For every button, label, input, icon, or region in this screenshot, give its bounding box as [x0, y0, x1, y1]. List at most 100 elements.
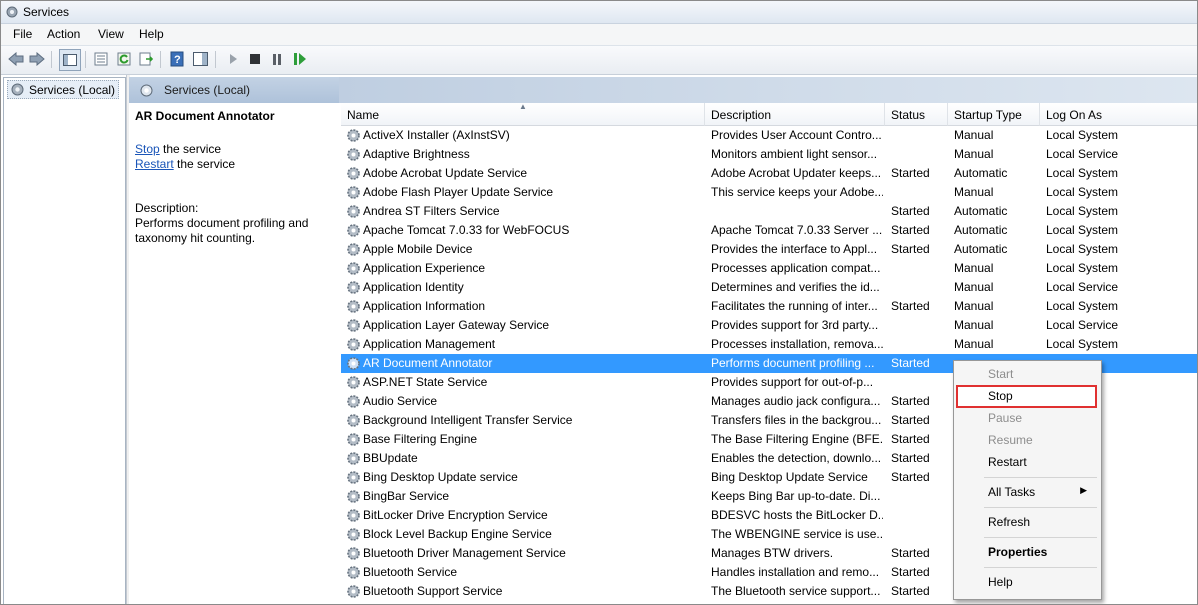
table-row[interactable]: Adobe Flash Player Update Service This se…	[341, 183, 1197, 202]
cell-name: BBUpdate	[363, 451, 418, 465]
service-gear-icon	[347, 585, 360, 598]
restart-action-line: Restart the service	[135, 157, 235, 171]
pane-header: Services (Local)	[129, 77, 1197, 103]
service-gear-icon	[347, 528, 360, 541]
cell-name: Audio Service	[363, 394, 438, 408]
cell-name: Bing Desktop Update service	[363, 470, 518, 484]
tree-item-services-local[interactable]: Services (Local)	[7, 80, 119, 99]
submenu-arrow-icon: ▶	[1080, 485, 1087, 495]
table-row[interactable]: Application Layer Gateway Service Provide…	[341, 316, 1197, 335]
back-arrow-icon[interactable]	[7, 50, 25, 68]
menu-item-pause[interactable]: Pause	[956, 408, 1097, 429]
menu-item-properties[interactable]: Properties	[956, 542, 1097, 563]
table-row[interactable]: Application Identity Determines and verif…	[341, 278, 1197, 297]
table-row[interactable]: Apache Tomcat 7.0.33 for WebFOCUS Apache …	[341, 221, 1197, 240]
service-gear-icon	[347, 243, 360, 256]
cell-name: BitLocker Drive Encryption Service	[363, 508, 548, 522]
column-header-name[interactable]: Name ▲	[341, 102, 705, 126]
service-gear-icon	[347, 414, 360, 427]
properties-icon[interactable]	[92, 50, 110, 68]
menu-item-stop[interactable]: Stop	[956, 385, 1097, 408]
column-header-description[interactable]: Description	[705, 103, 885, 126]
cell-logon: Local System	[1046, 204, 1119, 218]
pause-service-icon[interactable]	[268, 50, 286, 68]
menu-item-start[interactable]: Start	[956, 364, 1097, 385]
forward-arrow-icon[interactable]	[28, 50, 46, 68]
restart-service-link[interactable]: Restart	[135, 157, 174, 171]
cell-description: Processes installation, remova...	[711, 337, 883, 351]
menu-item-refresh[interactable]: Refresh	[956, 512, 1097, 533]
service-gear-icon	[347, 452, 360, 465]
menu-item-help[interactable]: Help	[956, 572, 1097, 593]
cell-startup: Automatic	[954, 166, 1008, 180]
cell-name: Adobe Acrobat Update Service	[363, 166, 528, 180]
table-row[interactable]: Adaptive Brightness Monitors ambient ligh…	[341, 145, 1197, 164]
export-list-icon[interactable]	[137, 50, 155, 68]
menu-separator	[984, 477, 1097, 478]
table-row[interactable]: Andrea ST Filters Service Started Automati…	[341, 202, 1197, 221]
help-icon[interactable]: ?	[168, 50, 186, 68]
table-row[interactable]: Apple Mobile Device Provides the interfac…	[341, 240, 1197, 259]
cell-logon: Local System	[1046, 261, 1119, 275]
menu-item-label: Resume	[988, 433, 1033, 447]
table-row[interactable]: Application Experience Processes applicat…	[341, 259, 1197, 278]
column-header-log-on-as[interactable]: Log On As	[1040, 103, 1197, 126]
menu-view[interactable]: View	[98, 27, 124, 41]
cell-description: Provides support for 3rd party...	[711, 318, 879, 332]
cell-status: Started	[891, 546, 930, 560]
cell-name: Adaptive Brightness	[363, 147, 470, 161]
stop-service-icon[interactable]	[246, 50, 264, 68]
console-tree-icon[interactable]	[59, 49, 81, 71]
cell-name: Bluetooth Driver Management Service	[363, 546, 566, 560]
stop-service-link[interactable]: Stop	[135, 142, 160, 156]
menu-item-label: Pause	[988, 411, 1023, 425]
menu-item-all-tasks[interactable]: All Tasks ▶	[956, 482, 1097, 503]
menu-item-label: Properties	[988, 545, 1048, 559]
cell-name: Application Experience	[363, 261, 486, 275]
service-gear-icon	[347, 471, 360, 484]
cell-status: Started	[891, 204, 930, 218]
table-row[interactable]: ActiveX Installer (AxInstSV) Provides Use…	[341, 126, 1197, 145]
service-gear-icon	[347, 490, 360, 503]
cell-description: Processes application compat...	[711, 261, 881, 275]
menu-action[interactable]: Action	[47, 27, 80, 41]
description-text: Performs document profiling and taxonomy…	[135, 216, 309, 245]
show-hide-action-pane-icon[interactable]	[191, 50, 209, 68]
title-bar: Services	[1, 1, 1197, 24]
menu-help[interactable]: Help	[139, 27, 164, 41]
service-details-panel: AR Document Annotator Stop the service R…	[129, 103, 341, 604]
pane-title: Services (Local)	[164, 83, 251, 97]
menu-file[interactable]: File	[13, 27, 32, 41]
cell-name: BingBar Service	[363, 489, 450, 503]
cell-logon: Local System	[1046, 299, 1119, 313]
column-header-startup-type[interactable]: Startup Type	[948, 103, 1040, 126]
restart-service-icon[interactable]	[291, 50, 309, 68]
cell-startup: Manual	[954, 299, 994, 313]
table-row[interactable]: Application Management Processes installa…	[341, 335, 1197, 354]
services-gear-icon	[11, 83, 24, 96]
menu-item-restart[interactable]: Restart	[956, 452, 1097, 473]
refresh-icon[interactable]	[115, 50, 133, 68]
cell-startup: Manual	[954, 280, 994, 294]
table-row[interactable]: Adobe Acrobat Update Service Adobe Acroba…	[341, 164, 1197, 183]
menu-item-resume[interactable]: Resume	[956, 430, 1097, 451]
cell-status: Started	[891, 413, 930, 427]
cell-status: Started	[891, 565, 930, 579]
cell-name: Bluetooth Support Service	[363, 584, 503, 598]
cell-name: Application Information	[363, 299, 486, 313]
cell-logon: Local Service	[1046, 147, 1119, 161]
cell-description: Handles installation and remo...	[711, 565, 880, 579]
stop-action-suffix: the service	[159, 142, 222, 156]
start-service-icon[interactable]	[224, 50, 242, 68]
column-header-status[interactable]: Status	[885, 103, 948, 126]
cell-description: Determines and verifies the id...	[711, 280, 880, 294]
menu-item-label: Help	[988, 575, 1013, 589]
menu-item-label: Refresh	[988, 515, 1031, 529]
menu-item-label: Restart	[988, 455, 1027, 469]
cell-name: Application Management	[363, 337, 496, 351]
cell-description: Monitors ambient light sensor...	[711, 147, 878, 161]
cell-logon: Local Service	[1046, 280, 1119, 294]
description-label: Description:	[135, 201, 199, 215]
column-header-label: Status	[891, 108, 926, 122]
table-row[interactable]: Application Information Facilitates the r…	[341, 297, 1197, 316]
